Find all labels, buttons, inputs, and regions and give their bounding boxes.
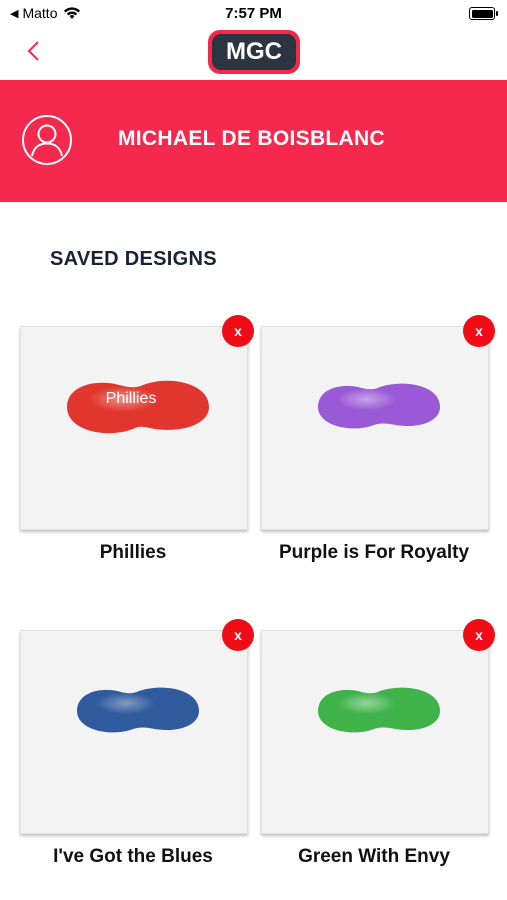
app-logo: MGC (208, 30, 300, 74)
status-time: 7:57 PM (225, 5, 282, 22)
back-button[interactable] (22, 36, 52, 66)
design-name: I've Got the Blues (53, 846, 213, 867)
design-thumbnail[interactable] (261, 326, 489, 530)
avatar-icon[interactable] (21, 114, 73, 166)
design-thumbnail[interactable]: Phillies (20, 326, 248, 530)
design-name: Purple is For Royalty (278, 542, 470, 563)
logo-text: MGC (212, 34, 296, 70)
profile-name: MICHAEL DE BOISBLANC (118, 127, 385, 150)
profile-header: MICHAEL DE BOISBLANC (0, 80, 507, 202)
mouthguard-image (318, 383, 440, 429)
remove-design-button[interactable]: x (222, 315, 254, 347)
status-bar: ◀ Matto 7:57 PM (0, 0, 507, 28)
remove-design-button[interactable]: x (463, 315, 495, 347)
design-thumbnail[interactable] (20, 630, 248, 834)
design-thumbnail[interactable] (261, 630, 489, 834)
design-name: Green With Envy (298, 846, 450, 867)
mouthguard-image (77, 687, 199, 733)
design-name: Phillies (99, 542, 167, 563)
remove-design-button[interactable]: x (463, 619, 495, 651)
mouthguard-image: Phillies (67, 380, 209, 434)
battery-icon (469, 7, 498, 20)
remove-design-button[interactable]: x (222, 619, 254, 651)
nav-bar: MGC (0, 28, 507, 80)
guard-text: Phillies (106, 390, 157, 407)
mouthguard-image (318, 687, 440, 733)
section-title: SAVED DESIGNS (50, 248, 217, 270)
chevron-left-icon (27, 41, 39, 61)
